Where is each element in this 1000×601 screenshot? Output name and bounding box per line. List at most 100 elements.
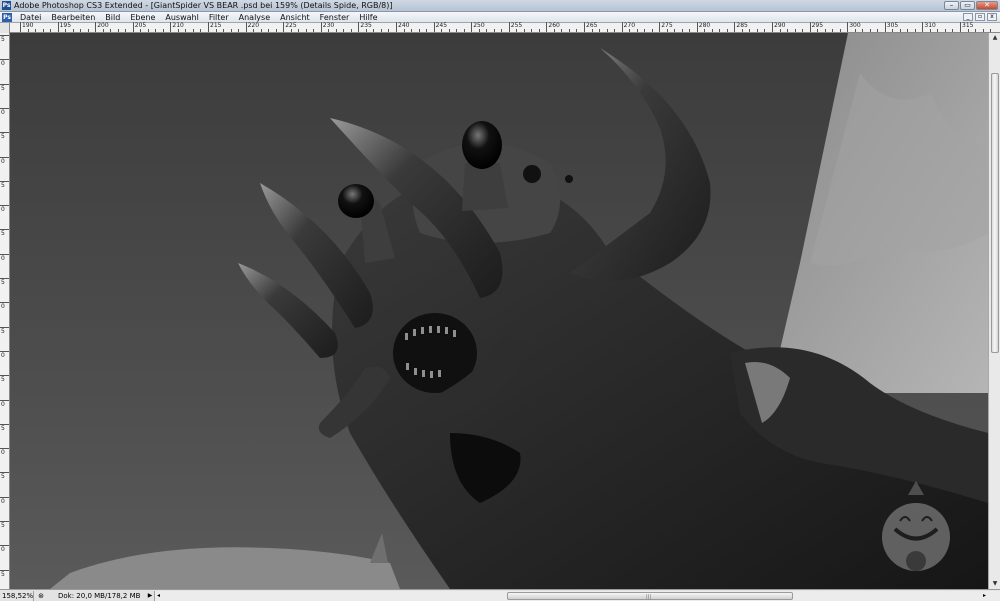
ruler-tick — [0, 569, 9, 571]
ruler-tick — [215, 29, 217, 32]
ruler-tick — [960, 22, 961, 32]
eye-center — [462, 121, 502, 169]
status-menu-arrow-icon[interactable]: ▶ — [146, 591, 154, 601]
ruler-tick — [666, 29, 668, 32]
doc-minimize-button[interactable]: _ — [963, 13, 973, 21]
ruler-label: 0 — [1, 60, 5, 68]
ruler-tick — [230, 29, 232, 32]
ruler-tick — [140, 29, 142, 32]
ruler-label: 0 — [1, 497, 5, 505]
ruler-tick — [320, 22, 322, 32]
ruler-tick — [403, 29, 405, 32]
ruler-tick — [561, 29, 563, 32]
ruler-tick — [0, 180, 9, 182]
ruler-tick — [651, 29, 653, 32]
vertical-ruler[interactable]: 5 0 5 0 5 0 5 0 5 0 5 0 5 0 5 0 5 0 5 0 5 0 5 — [0, 33, 10, 589]
menu-fenster[interactable]: Fenster — [315, 13, 355, 22]
ruler-tick — [591, 29, 593, 32]
menu-hilfe[interactable]: Hilfe — [354, 13, 382, 22]
menu-analyse[interactable]: Analyse — [234, 13, 276, 22]
scroll-up-arrow-icon[interactable]: ▲ — [990, 33, 1000, 43]
scroll-down-arrow-icon[interactable]: ▼ — [990, 579, 1000, 589]
ruler-tick — [0, 35, 9, 36]
ruler-tick — [441, 29, 443, 32]
ruler-tick — [636, 29, 638, 32]
photoshop-logo-icon[interactable]: Ps — [2, 12, 12, 22]
ruler-tick — [373, 29, 375, 32]
window-controls: – ▭ ✕ — [944, 1, 998, 10]
ruler-tick — [380, 29, 382, 32]
ruler-tick — [0, 302, 9, 304]
ruler-tick — [486, 29, 488, 32]
maximize-button[interactable]: ▭ — [960, 1, 975, 10]
document-canvas[interactable] — [10, 33, 988, 589]
ruler-tick — [57, 22, 59, 32]
scroll-right-arrow-icon[interactable]: ▸ — [983, 591, 986, 601]
ruler-tick — [0, 107, 9, 109]
menu-ansicht[interactable]: Ansicht — [275, 13, 315, 22]
ruler-tick — [471, 22, 473, 32]
ruler-tick — [847, 22, 849, 32]
ruler-tick — [764, 29, 766, 32]
ruler-tick — [72, 29, 74, 32]
menu-bearbeiten[interactable]: Bearbeiten — [46, 13, 100, 22]
scroll-left-arrow-icon[interactable]: ◂ — [157, 591, 160, 601]
doc-close-button[interactable]: x — [987, 13, 997, 21]
ruler-tick — [358, 22, 360, 32]
menu-filter[interactable]: Filter — [204, 13, 234, 22]
ruler-tick — [223, 29, 225, 32]
ruler-tick — [0, 496, 9, 498]
ruler-tick — [448, 29, 450, 32]
ruler-tick — [275, 29, 277, 32]
menu-auswahl[interactable]: Auswahl — [160, 13, 203, 22]
ruler-tick — [952, 29, 954, 32]
ruler-tick — [132, 22, 134, 32]
ruler-label: 5 — [1, 133, 5, 141]
menu-datei[interactable]: Datei — [15, 13, 46, 22]
ruler-tick — [538, 29, 540, 32]
ruler-tick — [50, 29, 52, 32]
ruler-label: 0 — [1, 254, 5, 262]
ruler-tick — [350, 29, 352, 32]
ruler-tick — [0, 350, 9, 352]
ruler-tick — [0, 472, 9, 474]
ruler-tick — [531, 29, 533, 32]
ruler-tick — [929, 29, 931, 32]
menu-ebene[interactable]: Ebene — [125, 13, 160, 22]
ruler-tick — [0, 229, 9, 231]
ruler-tick — [426, 29, 428, 32]
ruler-tick — [343, 29, 345, 32]
ruler-origin-corner[interactable] — [0, 23, 10, 33]
photoshop-app-icon[interactable]: Ps — [2, 1, 11, 10]
ruler-label: 0 — [1, 303, 5, 311]
menu-bild[interactable]: Bild — [100, 13, 125, 22]
ruler-tick — [862, 29, 864, 32]
ruler-tick — [0, 205, 9, 207]
ruler-tick — [238, 29, 240, 32]
zoom-level-field[interactable]: 158,52% — [0, 590, 34, 601]
ruler-tick — [185, 29, 187, 32]
eye-tiny — [565, 175, 573, 183]
ruler-tick — [0, 521, 9, 522]
ruler-tick — [365, 29, 367, 32]
ruler-tick — [749, 29, 751, 32]
ruler-tick — [854, 29, 856, 32]
horizontal-scroll-thumb[interactable]: ||| — [507, 591, 793, 600]
ruler-tick — [734, 22, 736, 32]
ruler-tick — [884, 22, 886, 32]
ruler-label: 5 — [1, 181, 5, 189]
close-button[interactable]: ✕ — [976, 1, 998, 10]
horizontal-scrollbar[interactable]: ◂ ||| ▸ — [154, 590, 1000, 601]
document-info-icon[interactable]: ⊛ — [36, 591, 46, 601]
eye-stalk-center — [462, 163, 508, 211]
ruler-tick — [80, 29, 82, 32]
ruler-tick — [335, 29, 337, 32]
ruler-tick — [117, 29, 119, 32]
vertical-scrollbar[interactable]: ▲ ▼ — [988, 33, 1000, 589]
minimize-button[interactable]: – — [944, 1, 959, 10]
ruler-tick — [779, 29, 781, 32]
vertical-scroll-thumb[interactable] — [991, 73, 999, 353]
ruler-tick — [696, 22, 698, 32]
doc-restore-button[interactable]: ▫ — [975, 13, 985, 21]
horizontal-ruler[interactable]: 190 195 200 205 210 215 220 225 230 235 240 245 250 2… — [0, 22, 1000, 33]
